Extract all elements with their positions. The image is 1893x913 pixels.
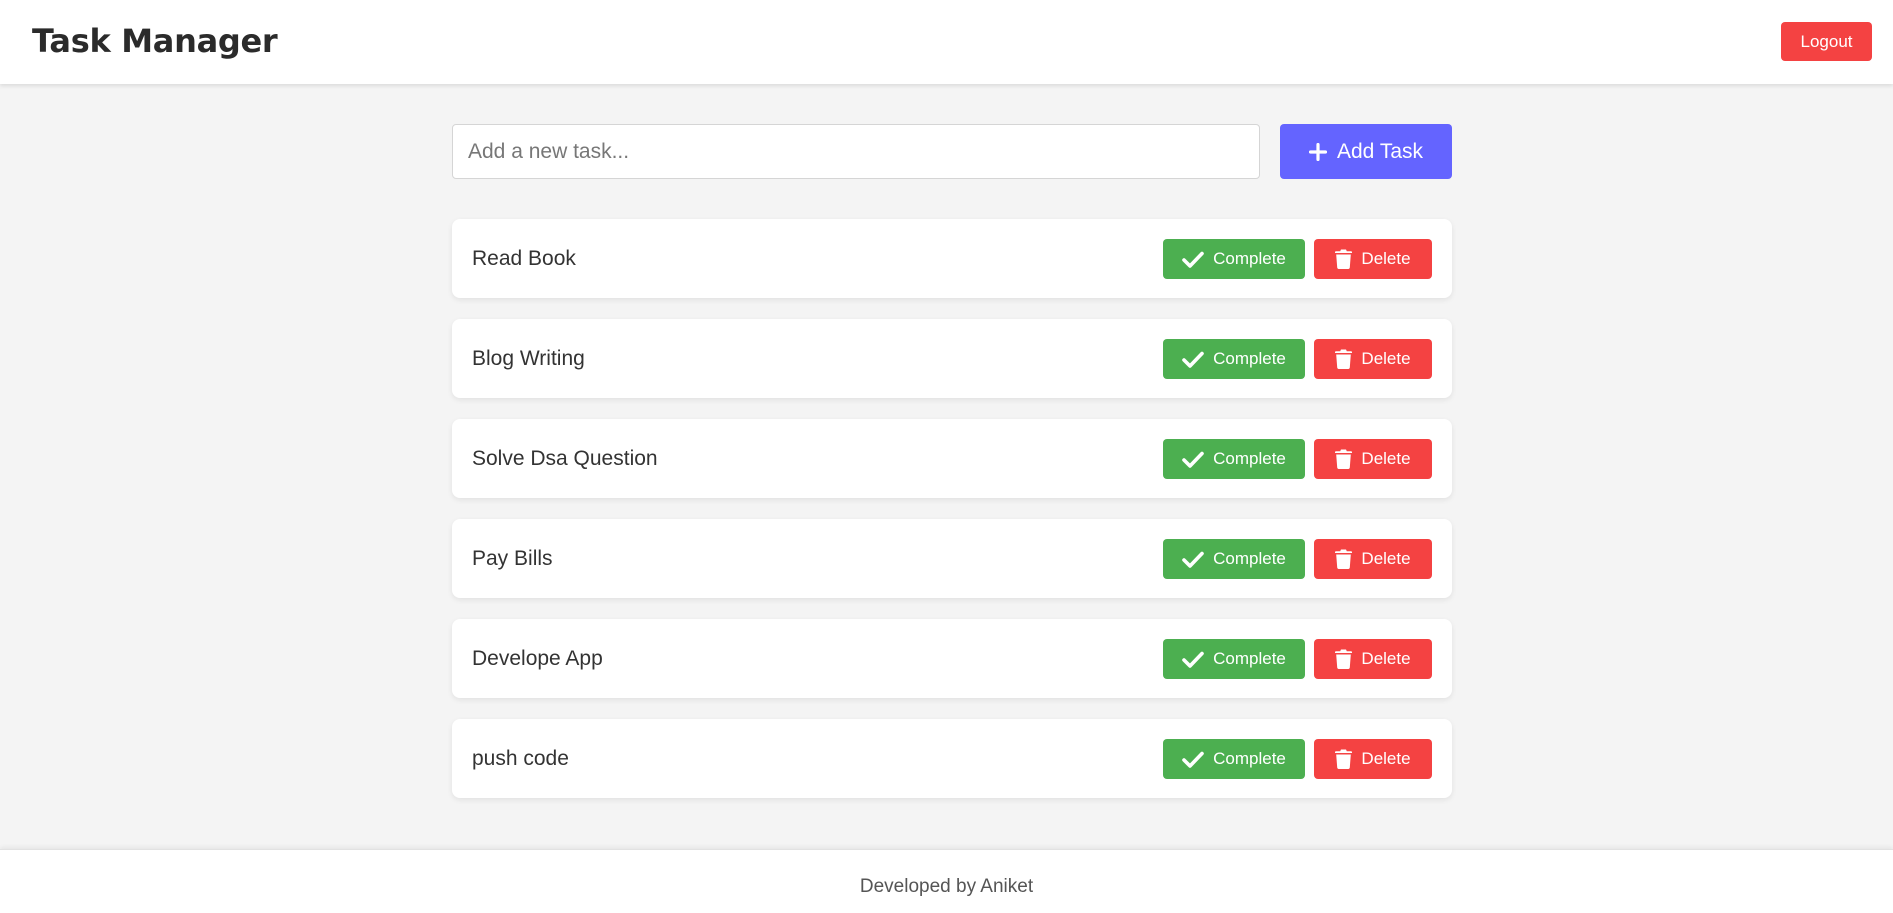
task-text: Pay Bills (472, 547, 553, 570)
delete-button-label: Delete (1361, 449, 1411, 468)
delete-button[interactable]: Delete (1314, 439, 1432, 479)
delete-button[interactable]: Delete (1314, 539, 1432, 579)
complete-button-label: Complete (1213, 249, 1286, 268)
logout-button[interactable]: Logout (1781, 22, 1872, 61)
trash-icon (1335, 249, 1353, 269)
task-item: Develope App Complete Delete (452, 619, 1452, 698)
delete-button[interactable]: Delete (1314, 339, 1432, 379)
task-list: Read Book Complete Delete Blog Writing C… (452, 219, 1452, 819)
add-task-button[interactable]: Add Task (1280, 124, 1452, 179)
trash-icon (1335, 549, 1353, 569)
complete-button[interactable]: Complete (1163, 239, 1305, 279)
task-item: push code Complete Delete (452, 719, 1452, 798)
new-task-input[interactable] (452, 124, 1260, 179)
task-item: Read Book Complete Delete (452, 219, 1452, 298)
check-icon (1182, 651, 1204, 668)
delete-button[interactable]: Delete (1314, 639, 1432, 679)
complete-button-label: Complete (1213, 549, 1286, 568)
app-title: Task Manager (32, 22, 278, 60)
app-header: Task Manager Logout (0, 0, 1893, 84)
delete-button-label: Delete (1361, 249, 1411, 268)
complete-button-label: Complete (1213, 449, 1286, 468)
task-item: Pay Bills Complete Delete (452, 519, 1452, 598)
plus-icon (1309, 142, 1327, 161)
trash-icon (1335, 449, 1353, 469)
delete-button[interactable]: Delete (1314, 739, 1432, 779)
complete-button-label: Complete (1213, 649, 1286, 668)
check-icon (1182, 751, 1204, 768)
trash-icon (1335, 349, 1353, 369)
trash-icon (1335, 749, 1353, 769)
check-icon (1182, 451, 1204, 468)
delete-button-label: Delete (1361, 649, 1411, 668)
delete-button[interactable]: Delete (1314, 239, 1432, 279)
task-item: Blog Writing Complete Delete (452, 319, 1452, 398)
task-text: push code (472, 747, 569, 770)
check-icon (1182, 251, 1204, 268)
task-text: Solve Dsa Question (472, 447, 658, 470)
complete-button[interactable]: Complete (1163, 539, 1305, 579)
complete-button-label: Complete (1213, 349, 1286, 368)
complete-button[interactable]: Complete (1163, 439, 1305, 479)
footer-credit: Developed by Aniket (859, 876, 1034, 897)
complete-button[interactable]: Complete (1163, 339, 1305, 379)
task-item: Solve Dsa Question Complete Delete (452, 419, 1452, 498)
app-footer: Developed by Aniket (0, 849, 1893, 913)
task-text: Blog Writing (472, 347, 585, 370)
complete-button[interactable]: Complete (1163, 739, 1305, 779)
add-task-form: Add Task (452, 124, 1452, 179)
delete-button-label: Delete (1361, 749, 1411, 768)
complete-button-label: Complete (1213, 749, 1286, 768)
delete-button-label: Delete (1361, 549, 1411, 568)
check-icon (1182, 351, 1204, 368)
check-icon (1182, 551, 1204, 568)
complete-button[interactable]: Complete (1163, 639, 1305, 679)
add-task-button-label: Add Task (1337, 139, 1423, 163)
task-text: Read Book (472, 247, 576, 270)
delete-button-label: Delete (1361, 349, 1411, 368)
task-text: Develope App (472, 647, 603, 670)
trash-icon (1335, 649, 1353, 669)
